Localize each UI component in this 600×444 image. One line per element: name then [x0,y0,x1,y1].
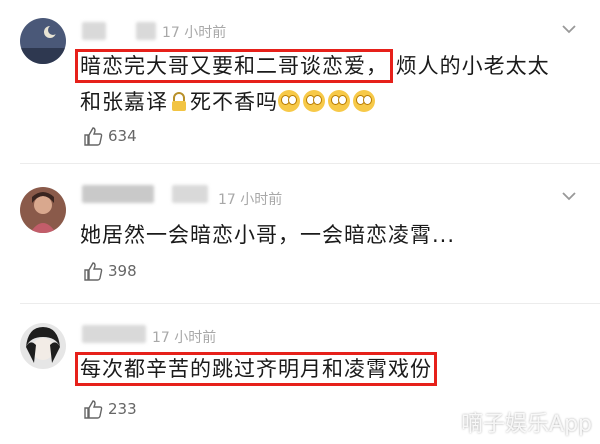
highlighted-phrase: 每次都辛苦的跳过齐明月和凌霄戏份 [75,352,437,386]
more-chevron-icon[interactable] [560,189,578,205]
eye-roll-emoji [328,90,350,112]
eye-roll-emoji [303,90,325,112]
like-button[interactable]: 398 [82,259,137,283]
username-blurred[interactable] [82,22,106,40]
comment-item: 17 小时前 暗恋完大哥又要和二哥谈恋爱， 烦人的小老太太 和张嘉译 死不香吗 6… [0,0,600,160]
highlighted-phrase: 暗恋完大哥又要和二哥谈恋爱， [75,49,393,83]
like-count: 233 [108,400,137,418]
comment-text: 每次都辛苦的跳过齐明月和凌霄戏份 [75,351,437,387]
avatar[interactable] [20,323,66,369]
comment-text: 她居然一会暗恋小哥，一会暗恋凌霄... [80,223,456,247]
divider [20,163,600,164]
avatar[interactable] [20,18,66,64]
comment-time: 17 小时前 [162,25,227,41]
username-blurred[interactable] [82,185,154,203]
like-count: 398 [108,262,137,280]
avatar-image [20,18,66,64]
like-button[interactable]: 634 [82,124,137,148]
thumb-up-icon [84,400,103,419]
lock-emoji [170,87,188,111]
divider [20,303,600,304]
username-blurred[interactable] [172,185,208,203]
comment-time: 17 小时前 [218,192,283,208]
username-blurred[interactable] [136,22,156,40]
more-chevron-icon[interactable] [560,22,578,38]
username-blurred[interactable] [82,325,146,343]
avatar-image [20,187,66,233]
watermark-logo: 嘀子娱乐App [461,412,592,437]
comment-text-line2: 和张嘉译 [80,90,168,114]
eye-roll-emoji [353,90,375,112]
comment-text: 暗恋完大哥又要和二哥谈恋爱， 烦人的小老太太 和张嘉译 死不香吗 [75,48,550,120]
thumb-up-icon [84,262,103,281]
avatar-image [20,323,66,369]
avatar[interactable] [20,187,66,233]
like-button[interactable]: 233 [82,397,137,421]
comment-text-rest: 烦人的小老太太 [395,54,550,78]
comment-time: 17 小时前 [152,330,217,346]
comment-text-line2b: 死不香吗 [190,90,278,114]
like-count: 634 [108,127,137,145]
eye-roll-emoji [278,90,300,112]
comment-item: 17 小时前 她居然一会暗恋小哥，一会暗恋凌霄... 398 [0,165,600,295]
thumb-up-icon [84,127,103,146]
